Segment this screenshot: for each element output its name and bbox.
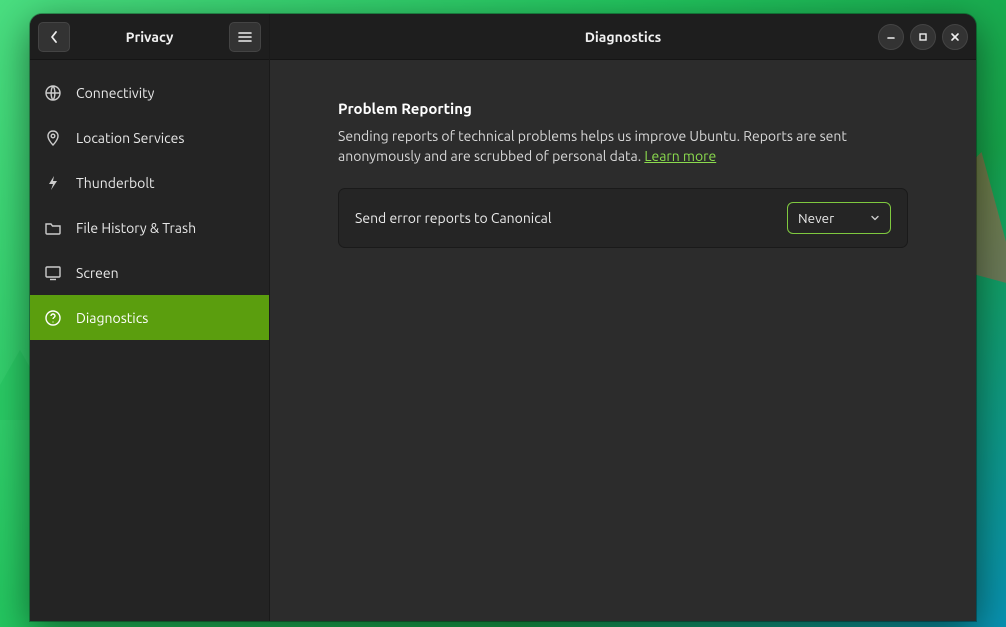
sidebar-headerbar: Privacy — [30, 14, 269, 60]
error-reports-dropdown[interactable]: Never — [787, 202, 891, 234]
section-title: Problem Reporting — [338, 100, 908, 117]
location-icon — [44, 129, 62, 147]
chevron-left-icon — [49, 30, 59, 44]
sidebar-item-label: Location Services — [76, 130, 184, 146]
menu-button[interactable] — [229, 22, 261, 52]
sidebar-title: Privacy — [76, 29, 223, 45]
description-text: Sending reports of technical problems he… — [338, 128, 847, 164]
help-icon — [44, 309, 62, 327]
sidebar: Privacy Connectivity Locati — [30, 14, 270, 621]
sidebar-list: Connectivity Location Services Thunderbo… — [30, 60, 269, 621]
close-button[interactable] — [942, 24, 968, 50]
main-panel: Diagnostics Problem Reporting Sending re… — [270, 14, 976, 621]
maximize-icon — [918, 32, 928, 42]
sidebar-item-thunderbolt[interactable]: Thunderbolt — [30, 160, 269, 205]
maximize-button[interactable] — [910, 24, 936, 50]
minimize-button[interactable] — [878, 24, 904, 50]
content-area: Problem Reporting Sending reports of tec… — [270, 60, 976, 621]
thunderbolt-icon — [44, 174, 62, 192]
settings-window: Privacy Connectivity Locati — [30, 14, 976, 621]
minimize-icon — [886, 32, 896, 42]
setting-row-error-reports: Send error reports to Canonical Never — [338, 188, 908, 248]
sidebar-item-diagnostics[interactable]: Diagnostics — [30, 295, 269, 340]
folder-icon — [44, 219, 62, 237]
window-controls — [878, 24, 968, 50]
section-description: Sending reports of technical problems he… — [338, 127, 908, 166]
chevron-down-icon — [870, 213, 880, 223]
hamburger-icon — [238, 31, 252, 43]
sidebar-item-label: Thunderbolt — [76, 175, 155, 191]
sidebar-item-connectivity[interactable]: Connectivity — [30, 70, 269, 115]
sidebar-item-file-history[interactable]: File History & Trash — [30, 205, 269, 250]
sidebar-item-label: Screen — [76, 265, 119, 281]
dropdown-value: Never — [798, 210, 834, 226]
sidebar-item-label: Connectivity — [76, 85, 154, 101]
sidebar-item-location[interactable]: Location Services — [30, 115, 269, 160]
sidebar-item-screen[interactable]: Screen — [30, 250, 269, 295]
main-headerbar: Diagnostics — [270, 14, 976, 60]
globe-icon — [44, 84, 62, 102]
screen-icon — [44, 264, 62, 282]
learn-more-link[interactable]: Learn more — [644, 148, 716, 164]
setting-label: Send error reports to Canonical — [355, 210, 552, 226]
sidebar-item-label: Diagnostics — [76, 310, 148, 326]
back-button[interactable] — [38, 22, 70, 52]
sidebar-item-label: File History & Trash — [76, 220, 196, 236]
close-icon — [950, 32, 960, 42]
page-title: Diagnostics — [585, 29, 662, 45]
